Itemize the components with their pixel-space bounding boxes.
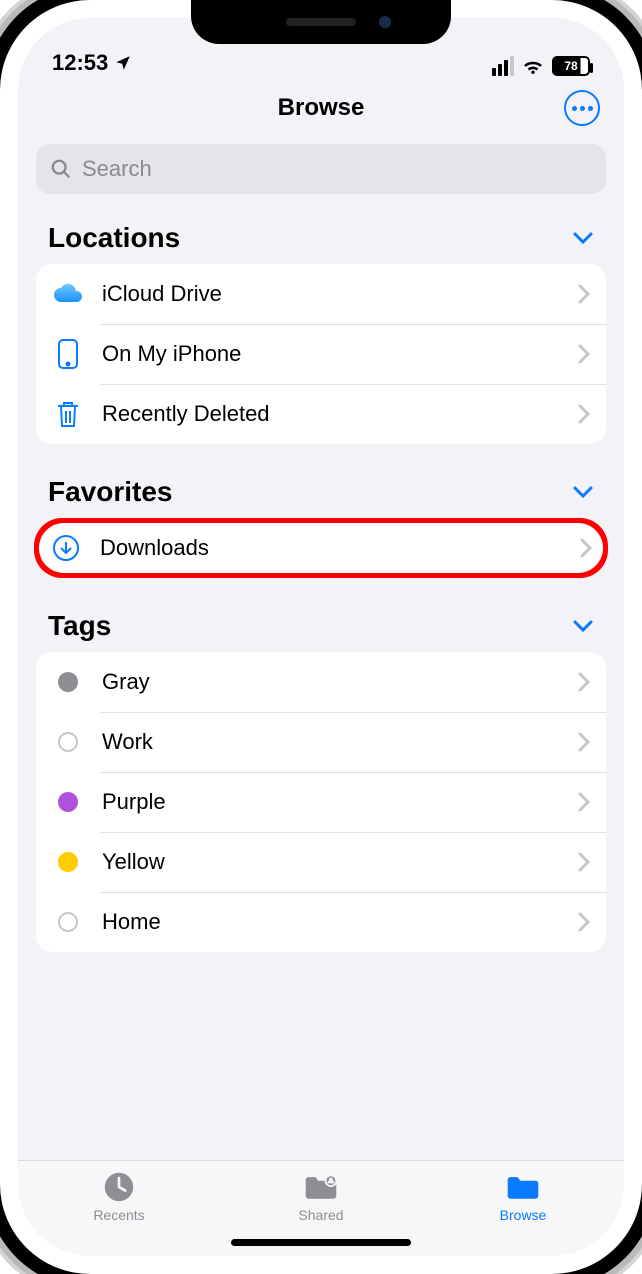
home-indicator[interactable] [231, 1239, 411, 1246]
cellular-icon [492, 56, 514, 76]
device-frame: 12:53 78 Browse Search Lo [0, 0, 642, 1274]
row-tag-purple[interactable]: Purple [36, 772, 606, 832]
location-icon [114, 54, 132, 72]
chevron-right-icon [578, 732, 590, 752]
row-tag-work[interactable]: Work [36, 712, 606, 772]
chevron-down-icon [572, 231, 594, 245]
chevron-right-icon [578, 672, 590, 692]
chevron-right-icon [578, 284, 590, 304]
row-label: Purple [102, 789, 560, 815]
row-icloud-drive[interactable]: iCloud Drive [36, 264, 606, 324]
tab-recents[interactable]: Recents [59, 1171, 179, 1223]
page-title: Browse [278, 94, 365, 122]
status-time: 12:53 [52, 50, 108, 76]
cloud-icon [52, 278, 84, 310]
row-downloads[interactable]: Downloads [34, 518, 608, 578]
section-locations: Locations iCloud Drive [36, 214, 606, 444]
row-label: Work [102, 729, 560, 755]
row-tag-gray[interactable]: Gray [36, 652, 606, 712]
chevron-right-icon [580, 538, 592, 558]
tag-dot-icon [52, 846, 84, 878]
tab-label: Browse [500, 1207, 547, 1223]
tag-dot-icon [52, 786, 84, 818]
section-header-locations[interactable]: Locations [36, 214, 606, 264]
tab-browse[interactable]: Browse [463, 1171, 583, 1223]
chevron-right-icon [578, 912, 590, 932]
device-notch [191, 0, 451, 44]
folder-icon [505, 1171, 541, 1203]
iphone-icon [52, 338, 84, 370]
shared-folder-icon [303, 1171, 339, 1203]
content-scroll[interactable]: Locations iCloud Drive [18, 208, 624, 1160]
row-label: Gray [102, 669, 560, 695]
row-label: Recently Deleted [102, 401, 560, 427]
wifi-icon [522, 58, 544, 74]
ellipsis-icon [572, 106, 593, 111]
tag-dot-icon [52, 906, 84, 938]
chevron-right-icon [578, 852, 590, 872]
search-placeholder: Search [82, 156, 152, 182]
chevron-right-icon [578, 792, 590, 812]
row-label: Home [102, 909, 560, 935]
section-title: Favorites [48, 476, 173, 508]
row-label: Yellow [102, 849, 560, 875]
row-label: iCloud Drive [102, 281, 560, 307]
section-header-tags[interactable]: Tags [36, 602, 606, 652]
section-tags: Tags Gray Work [36, 602, 606, 952]
chevron-down-icon [572, 619, 594, 633]
clock-icon [101, 1171, 137, 1203]
row-recently-deleted[interactable]: Recently Deleted [36, 384, 606, 444]
more-button[interactable] [564, 90, 600, 126]
tab-label: Shared [298, 1207, 343, 1223]
battery-icon: 78 [552, 56, 590, 76]
row-tag-home[interactable]: Home [36, 892, 606, 952]
trash-icon [52, 398, 84, 430]
row-tag-yellow[interactable]: Yellow [36, 832, 606, 892]
section-title: Tags [48, 610, 111, 642]
row-label: On My iPhone [102, 341, 560, 367]
search-input[interactable]: Search [36, 144, 606, 194]
chevron-down-icon [572, 485, 594, 499]
section-header-favorites[interactable]: Favorites [36, 468, 606, 518]
section-title: Locations [48, 222, 180, 254]
row-on-my-iphone[interactable]: On My iPhone [36, 324, 606, 384]
tag-dot-icon [52, 666, 84, 698]
tab-label: Recents [93, 1207, 144, 1223]
chevron-right-icon [578, 404, 590, 424]
tab-shared[interactable]: Shared [261, 1171, 381, 1223]
section-favorites: Favorites Downloads [36, 468, 606, 578]
download-icon [50, 532, 82, 564]
row-label: Downloads [100, 535, 562, 561]
tag-dot-icon [52, 726, 84, 758]
highlighted-row: Downloads [34, 518, 608, 578]
search-icon [50, 158, 72, 180]
chevron-right-icon [578, 344, 590, 364]
nav-header: Browse [18, 80, 624, 136]
